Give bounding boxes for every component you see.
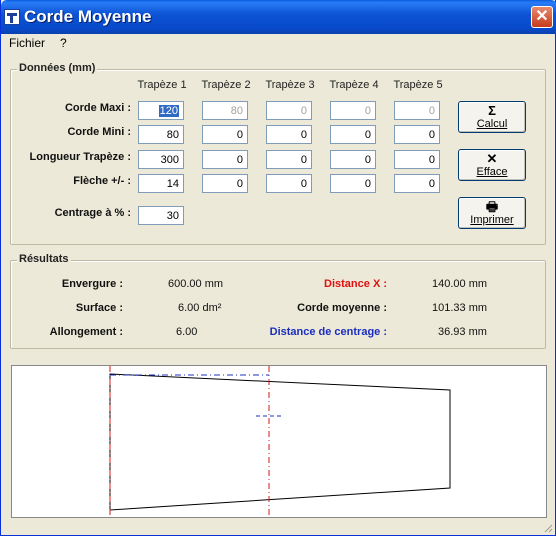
resize-grip-icon[interactable] <box>543 523 553 533</box>
col-header-trapeze-1: Trapèze 1 <box>137 79 187 91</box>
field-longueur-3[interactable]: 0 <box>266 150 312 169</box>
col-header-trapeze-4: Trapèze 4 <box>329 79 379 91</box>
field-fleche-4[interactable]: 0 <box>330 174 376 193</box>
wing-planform <box>109 373 451 511</box>
label-longueur-trapeze: Longueur Trapèze : <box>29 151 131 163</box>
col-header-trapeze-2: Trapèze 2 <box>201 79 251 91</box>
efface-label: Efface <box>476 166 508 178</box>
surface-label: Surface : <box>75 302 123 314</box>
clear-icon: ✕ <box>486 151 498 166</box>
corde-moyenne-label: Corde moyenne : <box>297 302 387 314</box>
sigma-icon: Σ <box>488 103 496 118</box>
distance-centrage-label: Distance de centrage : <box>269 326 387 338</box>
surface-value: 6.00 dm² <box>178 302 222 314</box>
menu-fichier[interactable]: Fichier <box>9 36 45 50</box>
label-fleche: Flèche +/- : <box>73 175 131 187</box>
efface-button[interactable]: ✕ Efface <box>458 149 526 181</box>
distance-x-label: Distance X : <box>324 278 387 290</box>
donnees-title: Données (mm) <box>17 62 98 74</box>
distance-centrage-value: 36.93 mm <box>438 326 487 338</box>
app-window: Corde Moyenne ✕ Fichier ? Données (mm) T… <box>0 0 556 536</box>
field-longueur-1[interactable]: 300 <box>138 150 184 169</box>
calcul-label: Calcul <box>476 118 508 130</box>
close-button[interactable]: ✕ <box>531 6 553 28</box>
field-corde-maxi-1[interactable]: 120 <box>138 101 184 120</box>
col-header-trapeze-3: Trapèze 3 <box>265 79 315 91</box>
field-corde-maxi-5[interactable]: 0 <box>394 101 440 120</box>
label-centrage: Centrage à % : <box>54 207 131 219</box>
envergure-label: Envergure : <box>61 278 123 290</box>
field-corde-mini-3[interactable]: 0 <box>266 125 312 144</box>
field-corde-maxi-3[interactable]: 0 <box>266 101 312 120</box>
app-icon[interactable] <box>4 9 20 25</box>
window-title: Corde Moyenne <box>24 7 152 26</box>
field-longueur-5[interactable]: 0 <box>394 150 440 169</box>
field-corde-maxi-2[interactable]: 80 <box>202 101 248 120</box>
field-corde-mini-1[interactable]: 80 <box>138 125 184 144</box>
imprimer-label: Imprimer <box>470 214 514 226</box>
field-longueur-2[interactable]: 0 <box>202 150 248 169</box>
col-header-trapeze-5: Trapèze 5 <box>393 79 443 91</box>
title-bar[interactable]: Corde Moyenne ✕ <box>1 0 556 34</box>
corde-moyenne-value: 101.33 mm <box>432 302 488 314</box>
field-corde-mini-5[interactable]: 0 <box>394 125 440 144</box>
field-longueur-4[interactable]: 0 <box>330 150 376 169</box>
field-fleche-2[interactable]: 0 <box>202 174 248 193</box>
imprimer-button[interactable]: 🖶 Imprimer <box>458 197 526 229</box>
envergure-value: 600.00 mm <box>168 278 224 290</box>
calcul-button[interactable]: Σ Calcul <box>458 101 526 133</box>
menu-bar: Fichier ? <box>1 34 555 53</box>
menu-help[interactable]: ? <box>60 36 67 50</box>
allongement-label: Allongement : <box>49 326 123 338</box>
wing-drawing-canvas <box>11 365 547 518</box>
distance-x-value: 140.00 mm <box>432 278 488 290</box>
field-fleche-5[interactable]: 0 <box>394 174 440 193</box>
printer-icon: 🖶 <box>485 199 499 214</box>
field-corde-maxi-4[interactable]: 0 <box>330 101 376 120</box>
field-fleche-1[interactable]: 14 <box>138 174 184 193</box>
label-corde-mini: Corde Mini : <box>67 126 131 138</box>
field-centrage[interactable]: 30 <box>138 206 184 225</box>
wing-drawing <box>109 366 451 517</box>
field-fleche-3[interactable]: 0 <box>266 174 312 193</box>
field-corde-mini-2[interactable]: 0 <box>202 125 248 144</box>
resultats-title: Résultats <box>17 253 71 265</box>
allongement-value: 6.00 <box>176 326 198 338</box>
label-corde-maxi: Corde Maxi : <box>64 102 131 114</box>
field-corde-mini-4[interactable]: 0 <box>330 125 376 144</box>
